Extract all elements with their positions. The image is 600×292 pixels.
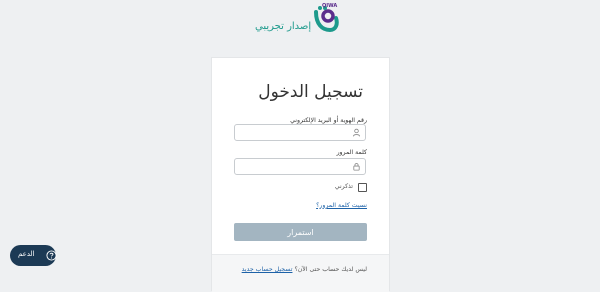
no-account-text: ليس لديك حساب حتى الآن؟ (294, 266, 367, 273)
id-input[interactable] (235, 130, 353, 146)
support-label: الدعم (18, 250, 35, 258)
continue-button[interactable]: استمرار (234, 223, 367, 241)
password-input[interactable] (235, 164, 353, 180)
login-card: تسجيل الدخول رقم الهوية أو البريد الإلكت… (211, 57, 390, 292)
logo-subtitle: إصدار تجريبي (255, 21, 312, 32)
logo-badge: QIWA (322, 3, 338, 9)
password-field[interactable] (234, 158, 366, 180)
id-label: رقم الهوية أو البريد الإلكتروني (290, 117, 367, 124)
id-field[interactable] (234, 124, 366, 146)
register-link[interactable]: تسجيل حساب جديد (242, 266, 293, 273)
no-account-line: ليس لديك حساب حتى الآن؟ تسجيل حساب جديد (242, 266, 367, 273)
page-title: تسجيل الدخول (258, 82, 363, 102)
remember-label: تذكرني (334, 183, 353, 190)
support-button[interactable]: الدعم (10, 245, 57, 266)
password-label: كلمة المرور (336, 149, 367, 156)
card-footer: ليس لديك حساب حتى الآن؟ تسجيل حساب جديد (212, 254, 389, 292)
remember-checkbox[interactable] (358, 183, 367, 192)
lock-icon (353, 163, 360, 171)
header: QIWA إصدار تجريبي (0, 0, 600, 48)
user-icon (352, 128, 361, 137)
forgot-password-link[interactable]: نسيت كلمة المرور؟ (316, 202, 367, 209)
chat-help-icon (46, 250, 57, 261)
